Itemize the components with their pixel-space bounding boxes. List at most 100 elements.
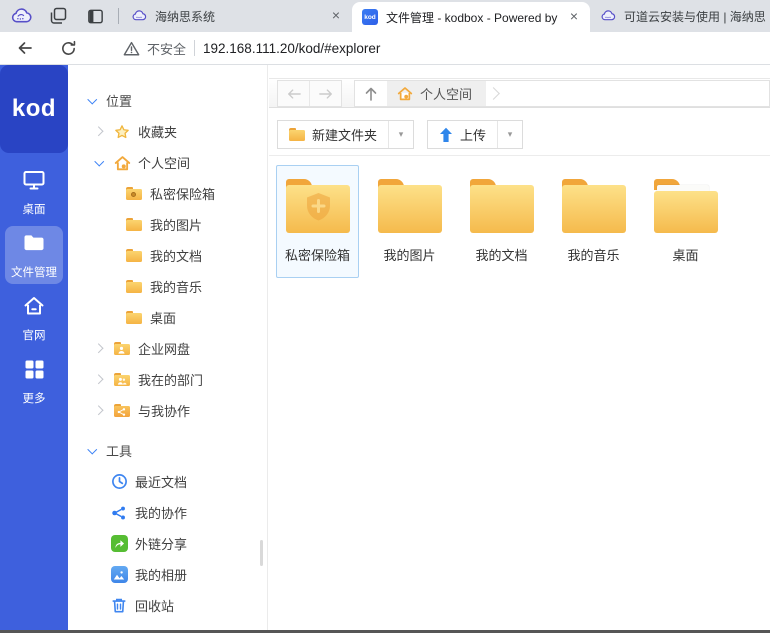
browser-logo-icon[interactable] [10,5,32,27]
file-item[interactable]: 我的文档 [460,165,543,278]
grid-icon [22,357,46,386]
trash-icon [110,598,128,614]
nav-forward-icon[interactable] [309,81,341,106]
tree-item-label: 我的音乐 [150,277,202,296]
home-icon [113,155,131,171]
link-share-icon [110,536,128,552]
tree-item[interactable]: 外链分享 [68,528,267,559]
chevron-right-icon[interactable] [93,373,106,386]
tree-item[interactable]: 我的相册 [68,559,267,590]
tree-item[interactable]: 与我协作 [68,395,267,426]
new-folder-icon [289,128,305,141]
workspaces-icon[interactable] [47,5,69,27]
breadcrumb-arrow-icon [487,87,500,100]
file-name: 私密保险箱 [285,245,350,264]
breadcrumb-segment[interactable]: 个人空间 [387,81,486,106]
sidebar-item-label: 文件管理 [11,264,57,280]
reload-icon[interactable] [60,40,77,57]
new-folder-button[interactable]: 新建文件夹 ▾ [277,120,414,149]
folder-share-icon [113,403,131,419]
file-name: 我的音乐 [567,245,619,264]
browser-tab-strip: 海纳思系统×kod文件管理 - kodbox - Powered by×可道云安… [0,0,770,32]
sidebar-item-label: 桌面 [23,201,46,217]
tree-item[interactable]: 桌面 [68,302,267,333]
tree-item-label: 私密保险箱 [150,184,215,203]
tabs-container: 海纳思系统×kod文件管理 - kodbox - Powered by×可道云安… [121,0,770,32]
home-icon [397,86,413,101]
breadcrumb-label: 个人空间 [420,84,472,103]
album-icon [110,567,128,583]
tree-item[interactable]: 我的文档 [68,240,267,271]
folder-icon [378,179,442,234]
tree-item[interactable]: 我的图片 [68,209,267,240]
security-chip[interactable]: 不安全 [123,39,186,58]
file-name: 桌面 [672,245,698,264]
upload-button[interactable]: 上传 ▾ [427,120,523,149]
tree-item-label: 位置 [106,91,132,110]
toolbar-divider [269,155,770,156]
tree-item[interactable]: 收藏夹 [68,116,267,147]
url-text[interactable]: 192.168.111.20/kod/#explorer [203,41,380,56]
tree-item[interactable]: 工具 [68,435,267,466]
chevron-down-icon[interactable] [86,444,99,457]
tree-item-label: 我的文档 [150,246,202,265]
tree-item[interactable]: 企业网盘 [68,333,267,364]
folder-icon [470,179,534,234]
file-item[interactable]: 私密保险箱 [276,165,359,278]
tree-item[interactable]: 私密保险箱 [68,178,267,209]
tree-item[interactable]: 我的协作 [68,497,267,528]
file-item[interactable]: 我的图片 [368,165,451,278]
nav-up-icon[interactable] [355,81,387,106]
tree-item-label: 回收站 [135,596,174,615]
security-label: 不安全 [147,39,186,58]
clock-icon [110,474,128,490]
file-item[interactable]: 我的音乐 [552,165,635,278]
browser-tab[interactable]: 可道云安装与使用 | 海纳思 [590,0,770,32]
sidebar-item-desktop[interactable]: 桌面 [5,163,63,221]
tab-close-icon[interactable]: × [566,9,582,25]
sidebar-item-home-outline[interactable]: 官网 [5,289,63,347]
chevron-right-icon[interactable] [93,342,106,355]
browser-tab[interactable]: kod文件管理 - kodbox - Powered by× [352,2,590,32]
browser-tab[interactable]: 海纳思系统× [121,0,352,32]
chevron-right-icon[interactable] [93,404,106,417]
sidebar-item-folder-white[interactable]: 文件管理 [5,226,63,284]
upload-dropdown[interactable]: ▾ [497,121,522,148]
sidebar-item-grid[interactable]: 更多 [5,352,63,410]
folder-users-icon [113,372,131,388]
new-folder-dropdown[interactable]: ▾ [388,121,413,148]
tab-close-icon[interactable]: × [328,8,344,24]
folder-icon [125,217,143,233]
address-bar: 不安全 192.168.111.20/kod/#explorer [0,32,770,65]
tree-item[interactable]: 回收站 [68,590,267,621]
tree-item-label: 我在的部门 [138,370,203,389]
file-name: 我的文档 [475,245,527,264]
tree-item[interactable]: 最近文档 [68,466,267,497]
tree-item[interactable]: 我的音乐 [68,271,267,302]
folder-icon [562,179,626,234]
folder-tree: 位置收藏夹个人空间私密保险箱我的图片我的文档我的音乐桌面企业网盘我在的部门与我协… [68,85,267,633]
upload-icon [439,127,453,143]
explorer-toolbar: 新建文件夹 ▾ 上传 ▾ [277,120,523,149]
nav-back-icon[interactable] [278,81,309,106]
tree-item-label: 工具 [106,441,132,460]
tree-item-label: 我的相册 [135,565,187,584]
tree-item-label: 外链分享 [135,534,187,553]
sidebar-toggle-icon[interactable] [84,5,106,27]
chevron-right-icon[interactable] [93,125,106,138]
tree-scrollbar[interactable] [260,540,263,566]
tree-item[interactable]: 我在的部门 [68,364,267,395]
back-icon[interactable] [16,39,34,57]
file-explorer-main: 个人空间 新建文件夹 ▾ 上传 ▾ 私密保险箱我的图 [269,65,770,633]
tree-item-label: 我的图片 [150,215,202,234]
breadcrumb-bar: 个人空间 [354,80,770,107]
tree-item[interactable]: 位置 [68,85,267,116]
kodbox-favicon: kod [362,9,378,25]
kod-logo[interactable]: kod [0,65,68,153]
file-item[interactable]: 桌面 [644,165,727,278]
folder-icon [125,248,143,264]
cloud-favicon [131,8,147,24]
chevron-down-icon[interactable] [86,94,99,107]
tree-item[interactable]: 个人空间 [68,147,267,178]
chevron-down-icon[interactable] [93,156,106,169]
